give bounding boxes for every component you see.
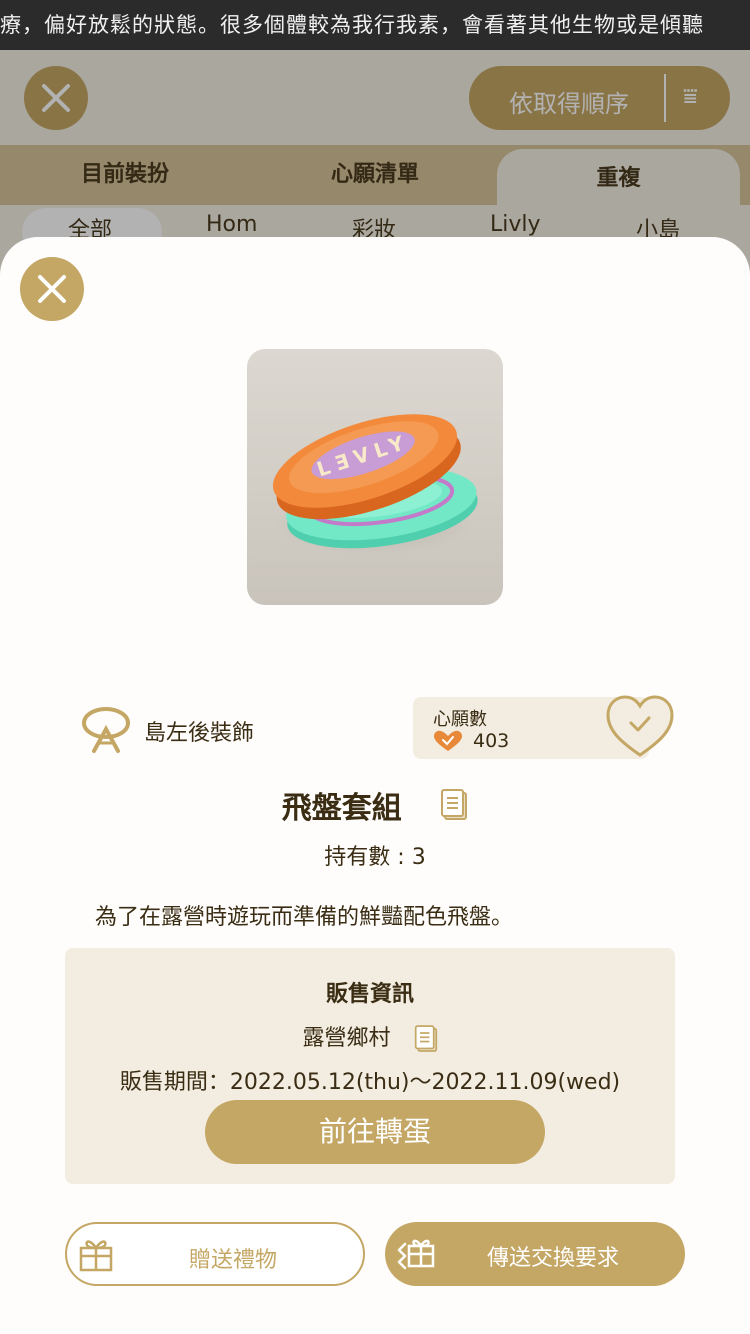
sale-info-title: 販售資訊 xyxy=(325,982,414,1007)
go-to-gacha-button[interactable]: 前往轉蛋 xyxy=(205,1100,545,1164)
copy-document-icon[interactable] xyxy=(414,1024,438,1054)
send-trade-request-label: 傳送交換要求 xyxy=(486,1246,619,1271)
copy-document-icon[interactable] xyxy=(440,789,468,821)
sale-source-row: 露營鄉村 xyxy=(65,1020,675,1054)
wish-count-value: 403 xyxy=(473,730,510,752)
item-description: 為了在露營時遊玩而準備的鮮豔配色飛盤。 xyxy=(95,905,514,930)
owned-count: 持有數 : 3 xyxy=(324,845,426,870)
send-trade-request-button[interactable]: 傳送交換要求 xyxy=(385,1222,685,1286)
wish-heart-icon xyxy=(434,730,462,751)
item-name-row: 飛盤套組 xyxy=(0,783,750,827)
item-category-label: 島左後裝飾 xyxy=(144,721,255,746)
send-gift-label: 贈送禮物 xyxy=(188,1248,277,1273)
news-ticker-text: 療，偏好放鬆的狀態。很多個體較為我行我素，會看著其他生物或是傾聽 xyxy=(0,13,704,37)
item-name: 飛盤套組 xyxy=(281,791,402,826)
send-gift-button[interactable]: 贈送禮物 xyxy=(65,1222,365,1286)
frisbee-set-illustration: LƎVLY xyxy=(272,414,478,554)
item-image: LƎVLY xyxy=(247,349,503,605)
sale-info-panel: 販售資訊 露營鄉村 販售期間：2022.05.12(thu)～2022.11.0… xyxy=(65,948,675,1184)
modal-close-button[interactable] xyxy=(20,257,84,321)
news-ticker: 療，偏好放鬆的狀態。很多個體較為我行我素，會看著其他生物或是傾聽 xyxy=(0,0,750,50)
island-decoration-icon xyxy=(82,707,130,753)
sale-source: 露營鄉村 xyxy=(302,1026,391,1051)
sale-period: 販售期間：2022.05.12(thu)～2022.11.09(wed) xyxy=(119,1070,621,1095)
add-to-wishlist-heart-button[interactable] xyxy=(604,693,676,759)
wish-count-label: 心願數 xyxy=(433,709,487,730)
close-icon xyxy=(35,272,69,306)
item-detail-modal: LƎVLY 島左後裝飾 心願數 403 飛盤套組 持有數: 3 為了在露營時遊… xyxy=(0,237,750,1334)
